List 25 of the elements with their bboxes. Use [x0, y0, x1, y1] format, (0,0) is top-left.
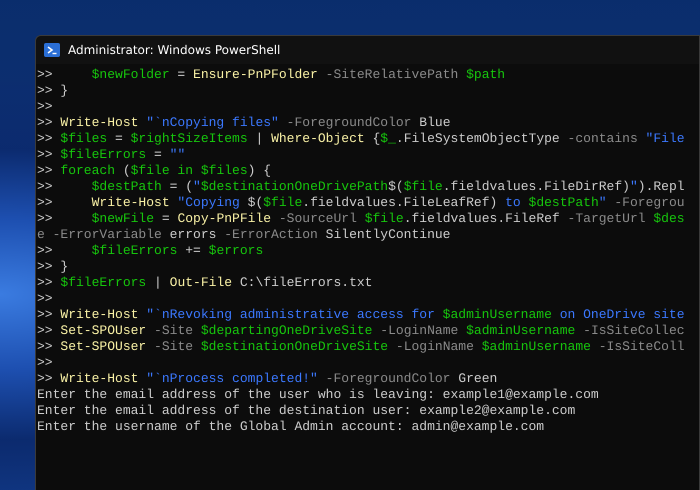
- console-line: >>: [37, 291, 53, 307]
- console-line: >> $fileErrors = "": [37, 147, 186, 163]
- console-line: >> $newFile = Copy-PnPFile -SourceUrl $file.fieldvalues.FileRef -TargetUrl $des: [37, 211, 685, 227]
- console-line: >> foreach ($file in $files) {: [37, 163, 272, 179]
- console-line: >> }: [37, 259, 68, 275]
- window-title: Administrator: Windows PowerShell: [68, 43, 280, 57]
- console-line: Enter the email address of the destination user: example2@example.com: [37, 403, 576, 419]
- console-line: >> $fileErrors += $errors: [37, 243, 264, 259]
- console-line: >> }: [37, 83, 68, 99]
- console-line: >> $newFolder = Ensure-PnPFolder -SiteRelativePath $path: [37, 67, 506, 83]
- console-line: >> Write-Host "Copying $($file.fieldvalues.FileLeafRef) to $destPath" -Foregrou: [37, 195, 685, 211]
- console-line: >> Set-SPOUser -Site $departingOneDriveSite -LoginName $adminUsername -IsSiteCollec: [37, 323, 685, 339]
- console-line: >> Write-Host "`nProcess completed!" -ForegroundColor Green: [37, 371, 498, 387]
- console-line: Enter the email address of the user who is leaving: example1@example.com: [37, 387, 599, 403]
- console-line: >> $fileErrors | Out-File C:\fileErrors.txt: [37, 275, 372, 291]
- console-line: >>: [37, 355, 53, 371]
- console-line: >> Write-Host "`nCopying files" -ForegroundColor Blue: [37, 115, 450, 131]
- console-line: >> Set-SPOUser -Site $destinationOneDriveSite -LoginName $adminUsername -IsSiteColl: [37, 339, 685, 355]
- console-line: >> Write-Host "`nRevoking administrative access for $adminUsername on OneDrive site: [37, 307, 685, 323]
- console-line: Enter the username of the Global Admin account: admin@example.com: [37, 419, 544, 435]
- console-line: >> $destPath = ("$destinationOneDrivePath$($file.fieldvalues.FileDirRef)").Repl: [37, 179, 685, 195]
- console-line: e -ErrorVariable errors -ErrorAction SilentlyContinue: [37, 227, 450, 243]
- console-line: >>: [37, 99, 53, 115]
- console-line: >> $files = $rightSizeItems | Where-Object {$_.FileSystemObjectType -contains "File: [37, 131, 685, 147]
- terminal-prompt-icon: [44, 42, 60, 58]
